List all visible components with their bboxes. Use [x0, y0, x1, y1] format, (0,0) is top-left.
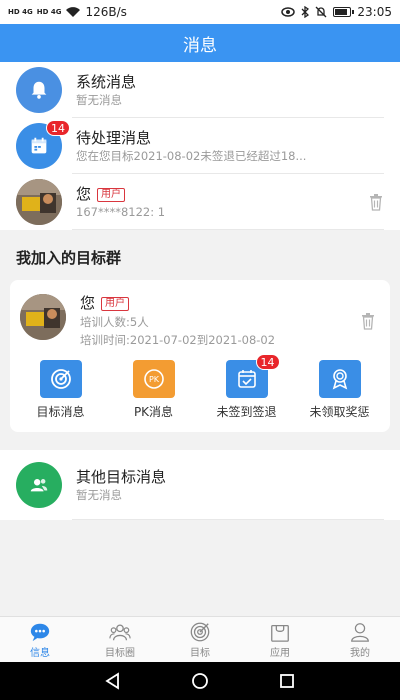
action-label: PK消息: [133, 405, 174, 419]
sim1-indicator: HD 4G: [8, 7, 33, 16]
pending-message-row[interactable]: 14 待处理消息 您在您目标2021-08-02未签退已经超过18...: [0, 118, 400, 174]
section-title: 我加入的目标群: [0, 230, 400, 272]
bluetooth-icon: [301, 6, 310, 18]
recents-icon[interactable]: [278, 672, 296, 690]
battery-icon: [333, 7, 355, 17]
target-group-card[interactable]: 您用户 培训人数:5人 培训时间:2021-07-02到2021-08-02 目…: [10, 280, 390, 432]
tab-mine[interactable]: 我的: [320, 617, 400, 662]
message-title: 待处理消息: [76, 128, 152, 147]
system-message-row[interactable]: 系统消息 暂无消息: [0, 62, 400, 118]
action-label: 目标消息: [36, 405, 85, 419]
tab-label: 应用: [270, 647, 290, 659]
message-title: 其他目标消息: [76, 467, 167, 486]
back-icon[interactable]: [104, 672, 122, 690]
target-icon: [190, 622, 210, 641]
trash-icon[interactable]: [368, 193, 384, 211]
group-icon: [109, 623, 131, 640]
unsigned-checkin-button[interactable]: 14 未签到签退: [206, 354, 288, 420]
bell-icon: [16, 67, 62, 113]
sim2-indicator: HD 4G: [36, 7, 62, 16]
pk-icon: PK: [132, 360, 175, 398]
tab-apps[interactable]: 应用: [240, 617, 320, 662]
group-period: 培训时间:2021-07-02到2021-08-02: [80, 333, 276, 347]
eye-icon: [281, 7, 296, 17]
pk-messages-button[interactable]: PK PK消息: [113, 360, 195, 420]
message-preview: 您在您目标2021-08-02未签退已经超过18...: [76, 148, 307, 163]
tab-target[interactable]: 目标: [160, 617, 240, 662]
tab-label: 我的: [350, 647, 370, 659]
award-icon: [318, 360, 361, 398]
unclaimed-reward-button[interactable]: 未领取奖惩: [299, 360, 381, 420]
bottom-nav: 信息 目标圈 目标 应用 我的: [0, 616, 400, 662]
user-tag: 用户: [97, 187, 126, 202]
unread-badge: 14: [255, 354, 280, 370]
message-preview: 暂无消息: [76, 92, 122, 107]
unread-badge: 14: [46, 120, 70, 136]
calendar-icon: 14: [16, 120, 70, 169]
target-messages-button[interactable]: 目标消息: [20, 360, 102, 420]
avatar: [16, 179, 62, 225]
bag-icon: [271, 624, 289, 642]
tab-target-circle[interactable]: 目标圈: [80, 617, 160, 662]
tab-messages[interactable]: 信息: [0, 617, 80, 662]
tab-label: 目标: [190, 647, 210, 659]
person-icon: [351, 622, 369, 642]
tab-label: 目标圈: [105, 647, 135, 659]
message-preview: 暂无消息: [76, 487, 122, 502]
wifi-icon: [66, 7, 81, 17]
clock: 23:05: [357, 5, 392, 19]
message-card: 系统消息 暂无消息 14 待处理消息 您在您目标2021-08-02未签退已经超…: [0, 62, 400, 230]
group-members: 培训人数:5人: [80, 315, 149, 329]
app-header: 消息: [0, 24, 400, 62]
other-target-messages-row[interactable]: 其他目标消息 暂无消息: [0, 450, 400, 520]
user-tag: 用户: [101, 297, 130, 311]
page-title: 消息: [183, 35, 217, 56]
people-icon: [16, 462, 62, 508]
message-title: 您: [76, 184, 92, 203]
action-label: 未签到签退: [216, 405, 277, 419]
status-bar: HD 4G HD 4G 126B/s 23:05: [0, 0, 400, 24]
target-icon: [39, 360, 82, 398]
tab-label: 信息: [30, 647, 50, 659]
group-name: 您: [80, 294, 96, 312]
home-icon[interactable]: [191, 672, 209, 690]
network-speed: 126B/s: [85, 5, 127, 19]
mute-icon: [315, 6, 327, 18]
avatar: [20, 294, 66, 340]
svg-text:PK: PK: [148, 375, 159, 384]
system-navigation-bar: [0, 662, 400, 700]
message-preview: 167****8122: 1: [76, 204, 166, 219]
message-list: 系统消息 暂无消息 14 待处理消息 您在您目标2021-08-02未签退已经超…: [0, 62, 400, 616]
trash-icon[interactable]: [360, 312, 376, 330]
chat-icon: [30, 623, 50, 641]
action-label: 未领取奖惩: [309, 405, 370, 419]
user-message-row[interactable]: 您用户 167****8122: 1: [0, 174, 400, 230]
message-title: 系统消息: [76, 72, 137, 91]
